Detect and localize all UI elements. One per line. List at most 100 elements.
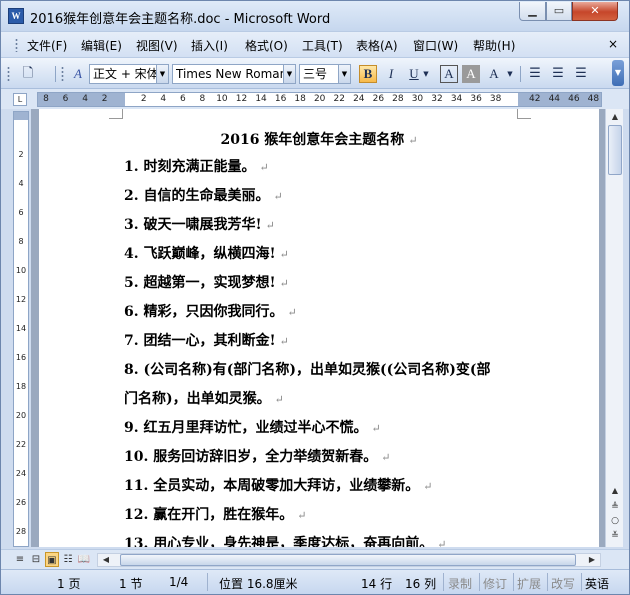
- vertical-scrollbar[interactable]: ▲ ▲ ≜ ○ ≚: [605, 109, 623, 547]
- tab-selector[interactable]: L: [13, 93, 27, 106]
- document-title-text: 2016 猴年创意年会主题名称: [220, 132, 405, 148]
- vruler-tick-label: 16: [15, 353, 27, 362]
- scroll-up-icon[interactable]: ▲: [607, 109, 623, 125]
- document-line-text: 10. 服务回访辞旧岁，全力举绩贺新春。: [124, 449, 378, 465]
- char-border-button[interactable]: A: [440, 65, 458, 83]
- document-line-text: 1. 时刻充满正能量。: [124, 159, 256, 175]
- ruler-tick-label: 12: [235, 94, 248, 104]
- ruler-tick-label: 26: [372, 94, 385, 104]
- normal-view-icon[interactable]: ≡: [13, 552, 27, 567]
- status-ovr[interactable]: 改写: [551, 575, 575, 592]
- horizontal-scrollbar[interactable]: ◀ ▶: [97, 553, 601, 567]
- web-layout-icon[interactable]: ⊟: [29, 552, 43, 567]
- paragraph-mark: ↵: [279, 335, 289, 348]
- status-trk[interactable]: 修订: [483, 575, 507, 592]
- ruler-tick-label: 8: [43, 94, 49, 104]
- menu-help[interactable]: 帮助(H): [473, 37, 515, 54]
- horizontal-ruler[interactable]: 8 6 4 2 2 4 6 8 10 12 14 16 18 20 22 24 26 28 30 32 34 36 38 42…: [37, 92, 602, 107]
- chevron-down-icon[interactable]: ▼: [283, 65, 295, 83]
- paragraph-mark: ↵: [274, 393, 284, 406]
- ruler-tick-label: 48: [587, 94, 600, 104]
- scroll-right-icon[interactable]: ▶: [586, 554, 598, 566]
- chevron-down-icon[interactable]: ▼: [156, 65, 168, 83]
- menu-file[interactable]: 文件(F): [27, 37, 67, 54]
- document-area[interactable]: 2016 猴年创意年会主题名称 ↵ 1. 时刻充满正能量。 ↵ 2. 自信的生命最美丽…: [31, 109, 605, 547]
- italic-button[interactable]: I: [382, 65, 400, 83]
- ruler-tick-label: 6: [62, 94, 69, 104]
- word-app-icon[interactable]: W: [8, 8, 24, 24]
- vertical-ruler[interactable]: 2 4 6 8 10 12 14 16 18 20 22 24 26 28: [13, 111, 29, 547]
- document-line: 7. 团结一心，其利断金! ↵: [124, 330, 289, 350]
- char-shading-button[interactable]: A: [462, 65, 480, 83]
- next-page-icon[interactable]: ≚: [608, 530, 622, 543]
- ruler-tick-label: 30: [411, 94, 424, 104]
- previous-page-icon[interactable]: ≜: [608, 501, 622, 514]
- formatting-toolbar: 🗋 A 正文 + 宋体 ▼ Times New Roman ▼ 三号 ▼ B I…: [1, 57, 629, 89]
- menu-view[interactable]: 视图(V): [136, 37, 178, 54]
- print-layout-icon[interactable]: ▣: [45, 552, 59, 567]
- document-page[interactable]: 2016 猴年创意年会主题名称 ↵ 1. 时刻充满正能量。 ↵ 2. 自信的生命最美丽…: [39, 109, 599, 547]
- ruler-tick-label: 42: [529, 94, 541, 104]
- align-right-icon[interactable]: ☰: [572, 65, 590, 83]
- scroll-left-icon[interactable]: ◀: [100, 554, 112, 566]
- toolbar-separator: [520, 66, 521, 82]
- ruler-tick-label: 2: [101, 94, 108, 104]
- ruler-tick-label: 20: [313, 94, 326, 104]
- styles-pane-icon[interactable]: A: [69, 65, 87, 83]
- document-line-text: 2. 自信的生命最美丽。: [124, 188, 270, 204]
- menu-edit[interactable]: 编辑(E): [81, 37, 122, 54]
- status-ext[interactable]: 扩展: [517, 575, 541, 592]
- status-rec[interactable]: 录制: [448, 575, 472, 592]
- ruler-tick-label: 4: [160, 94, 167, 104]
- new-document-icon[interactable]: 🗋: [19, 65, 37, 83]
- outline-view-icon[interactable]: ☷: [61, 552, 75, 567]
- ruler-tick-label: 44: [548, 94, 561, 104]
- toolbar-options-icon[interactable]: ▼: [612, 60, 624, 86]
- title-bar: W 2016猴年创意年会主题名称.doc - Microsoft Word ▁ …: [1, 1, 629, 31]
- menubar-grip-icon[interactable]: [15, 38, 18, 52]
- highlight-button[interactable]: A: [485, 65, 503, 83]
- style-combo[interactable]: 正文 + 宋体 ▼: [89, 64, 169, 84]
- status-column: 16 列: [405, 577, 437, 591]
- chevron-down-icon[interactable]: ▼: [338, 65, 350, 83]
- horizontal-scroll-thumb[interactable]: [120, 554, 576, 566]
- vruler-tick-label: 8: [18, 237, 24, 246]
- document-line-text: 5. 超越第一，实现梦想!: [124, 275, 276, 291]
- chevron-down-icon[interactable]: ▼: [421, 65, 431, 83]
- paragraph-mark: ↵: [371, 422, 381, 435]
- document-line-text: 12. 赢在开门，胜在猴年。: [124, 507, 294, 523]
- menu-table[interactable]: 表格(A): [356, 37, 398, 54]
- close-button[interactable]: ✕: [572, 2, 618, 21]
- document-line: 2. 自信的生命最美丽。 ↵: [124, 185, 283, 205]
- bold-button[interactable]: B: [359, 65, 377, 83]
- minimize-button[interactable]: ▁: [519, 2, 546, 21]
- menu-window[interactable]: 窗口(W): [413, 37, 458, 54]
- font-size-combo[interactable]: 三号 ▼: [299, 64, 351, 84]
- reading-layout-icon[interactable]: 📖: [77, 552, 91, 567]
- menu-tools[interactable]: 工具(T): [302, 37, 343, 54]
- ruler-tick-label: 34: [450, 94, 463, 104]
- paragraph-mark: ↵: [273, 190, 283, 203]
- maximize-button[interactable]: ▭: [546, 2, 572, 21]
- crop-mark: [517, 109, 531, 119]
- document-line: 12. 赢在开门，胜在猴年。 ↵: [124, 504, 306, 524]
- status-language[interactable]: 英语: [585, 575, 609, 592]
- document-close-icon[interactable]: ×: [608, 37, 618, 51]
- font-combo[interactable]: Times New Roman ▼: [172, 64, 296, 84]
- paragraph-mark: ↵: [437, 538, 447, 547]
- scroll-thumb[interactable]: [608, 125, 622, 175]
- scroll-up-icon[interactable]: ▲: [607, 483, 623, 499]
- vruler-tick-label: 24: [15, 469, 27, 478]
- ruler-tick-label: 2: [140, 94, 147, 104]
- ruler-tick-label: 28: [392, 94, 404, 104]
- word-window: W 2016猴年创意年会主题名称.doc - Microsoft Word ▁ …: [0, 0, 630, 595]
- select-browse-object-icon[interactable]: ○: [608, 515, 622, 528]
- status-separator: [547, 573, 548, 591]
- menu-format[interactable]: 格式(O): [245, 37, 288, 54]
- toolbar-grip-icon[interactable]: [7, 66, 10, 82]
- align-justify-icon[interactable]: ☰: [526, 65, 544, 83]
- chevron-down-icon[interactable]: ▼: [505, 65, 515, 83]
- align-center-icon[interactable]: ☰: [549, 65, 567, 83]
- toolbar-grip-icon[interactable]: [61, 66, 64, 82]
- menu-insert[interactable]: 插入(I): [191, 37, 228, 54]
